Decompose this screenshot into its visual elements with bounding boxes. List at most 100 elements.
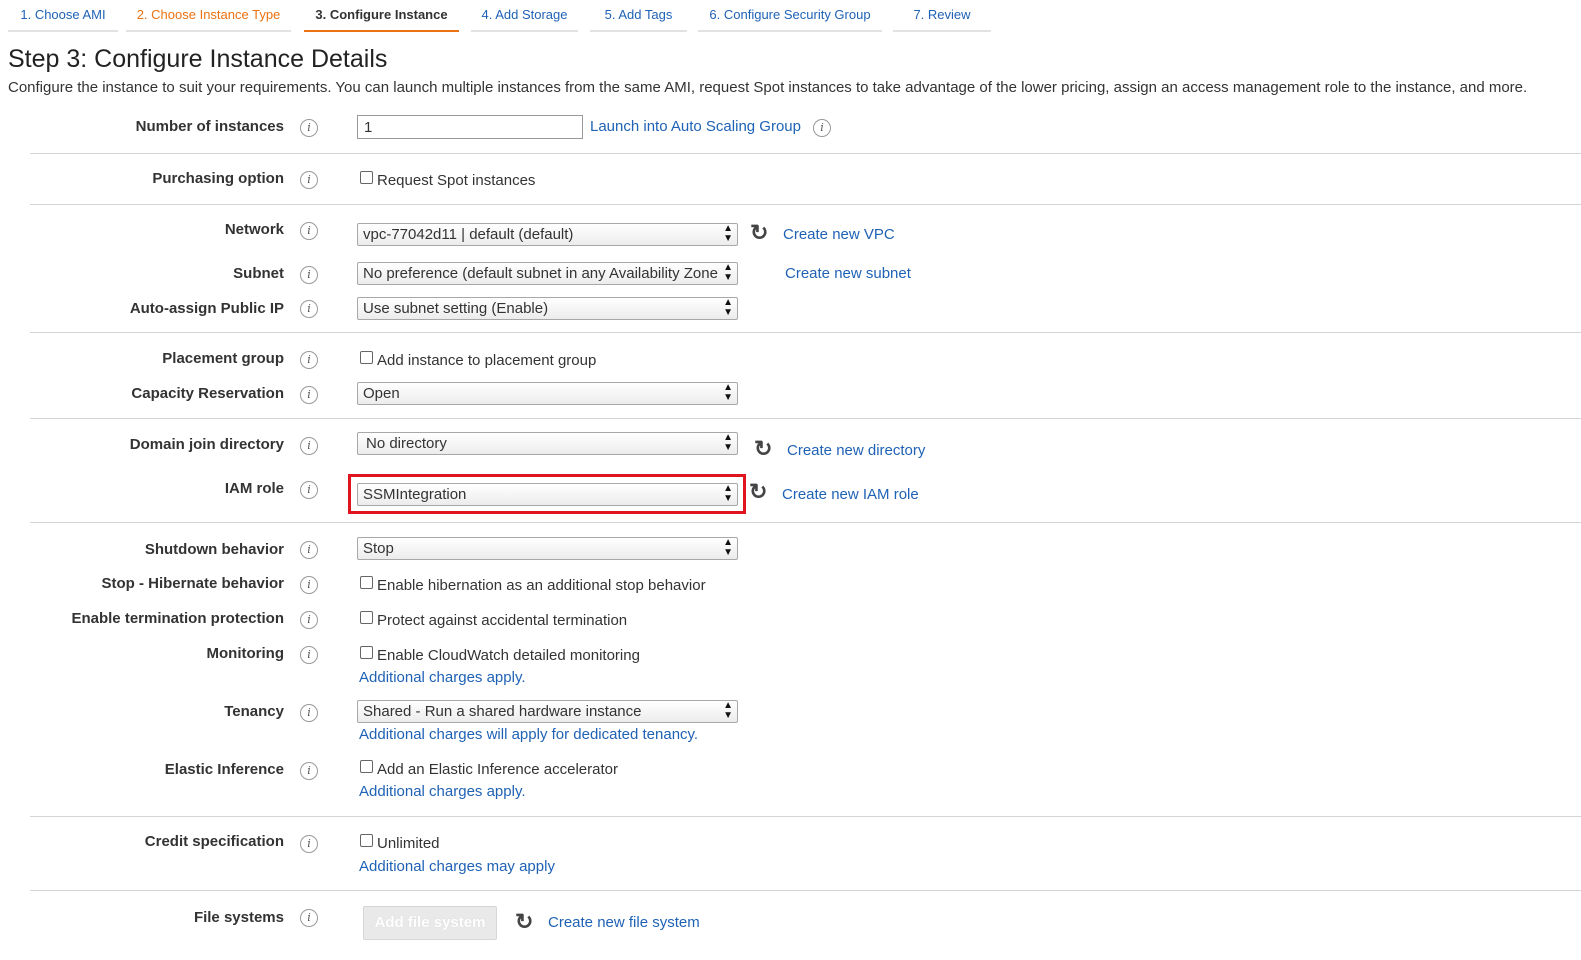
info-icon[interactable]: i <box>300 171 318 189</box>
info-icon[interactable]: i <box>300 351 318 369</box>
checkbox-icon[interactable] <box>360 351 373 364</box>
subnet-select[interactable]: No preference (default subnet in any Ava… <box>357 262 738 285</box>
hibernate-label: Stop - Hibernate behavior <box>101 575 284 592</box>
info-icon[interactable]: i <box>300 300 318 318</box>
select-arrows-icon: ▲ ▼ <box>723 382 733 403</box>
checkbox-label: Request Spot instances <box>377 172 536 189</box>
placement-group-label: Placement group <box>162 350 284 367</box>
info-icon[interactable]: i <box>813 119 831 137</box>
create-new-vpc-link[interactable]: Create new VPC <box>783 226 895 243</box>
select-value: Use subnet setting (Enable) <box>363 300 549 317</box>
info-icon[interactable]: i <box>300 541 318 559</box>
section-divider <box>30 204 1581 205</box>
credit-specification-label: Credit specification <box>144 833 284 850</box>
checkbox-icon[interactable] <box>360 611 373 624</box>
file-systems-label: File systems <box>193 909 284 926</box>
add-file-system-button[interactable]: Add file system <box>363 906 497 940</box>
info-icon[interactable]: i <box>300 437 318 455</box>
checkbox-icon[interactable] <box>360 834 373 847</box>
checkbox-icon[interactable] <box>360 646 373 659</box>
checkbox-icon[interactable] <box>360 760 373 773</box>
number-of-instances-label: Number of instances <box>135 118 284 135</box>
info-icon[interactable]: i <box>300 909 318 927</box>
section-divider <box>30 418 1581 419</box>
monitoring-charges-link[interactable]: Additional charges apply. <box>359 669 526 686</box>
domain-join-select[interactable]: No directory ▲ ▼ <box>357 432 738 455</box>
tab-configure-instance[interactable]: 3. Configure Instance <box>304 0 459 32</box>
section-divider <box>30 332 1581 333</box>
auto-assign-ip-select[interactable]: Use subnet setting (Enable) ▲ ▼ <box>357 297 738 320</box>
tab-choose-instance-type[interactable]: 2. Choose Instance Type <box>126 0 291 32</box>
create-new-file-system-link[interactable]: Create new file system <box>548 914 700 931</box>
refresh-icon[interactable]: ↻ <box>754 438 772 460</box>
create-new-iam-role-link[interactable]: Create new IAM role <box>782 486 919 503</box>
create-new-subnet-link[interactable]: Create new subnet <box>785 265 911 282</box>
subnet-label: Subnet <box>233 265 284 282</box>
termination-protection-checkbox[interactable]: Protect against accidental termination <box>360 611 627 629</box>
checkbox-label: Add instance to placement group <box>377 352 597 369</box>
info-icon[interactable]: i <box>300 704 318 722</box>
launch-auto-scaling-link[interactable]: Launch into Auto Scaling Group <box>590 118 801 135</box>
network-select[interactable]: vpc-77042d11 | default (default) ▲ ▼ <box>357 223 738 246</box>
domain-join-label: Domain join directory <box>129 436 284 453</box>
select-value: No preference (default subnet in any Ava… <box>363 265 718 282</box>
tenancy-select[interactable]: Shared - Run a shared hardware instance ▲… <box>357 700 738 723</box>
info-icon[interactable]: i <box>300 266 318 284</box>
placement-group-checkbox[interactable]: Add instance to placement group <box>360 351 596 369</box>
select-arrows-icon: ▲ ▼ <box>723 537 733 558</box>
checkbox-label: Enable hibernation as an additional stop… <box>377 577 706 594</box>
info-icon[interactable]: i <box>300 576 318 594</box>
info-icon[interactable]: i <box>300 611 318 629</box>
tenancy-charges-link[interactable]: Additional charges will apply for dedica… <box>359 726 698 743</box>
tab-add-storage[interactable]: 4. Add Storage <box>471 0 578 32</box>
info-icon[interactable]: i <box>300 481 318 499</box>
checkbox-icon[interactable] <box>360 576 373 589</box>
info-icon[interactable]: i <box>300 646 318 664</box>
checkbox-label: Enable CloudWatch detailed monitoring <box>377 647 640 664</box>
tab-choose-ami[interactable]: 1. Choose AMI <box>8 0 118 32</box>
select-arrows-icon: ▲ ▼ <box>723 432 733 453</box>
select-arrows-icon: ▲ ▼ <box>723 223 733 244</box>
select-value: No directory <box>366 435 447 452</box>
checkbox-label: Unlimited <box>377 835 440 852</box>
select-value: vpc-77042d11 | default (default) <box>363 226 574 243</box>
select-arrows-icon: ▲ ▼ <box>723 262 733 283</box>
number-of-instances-input[interactable] <box>357 115 583 139</box>
refresh-icon[interactable]: ↻ <box>749 481 767 503</box>
capacity-reservation-select[interactable]: Open ▲ ▼ <box>357 382 738 405</box>
termination-protection-label: Enable termination protection <box>71 610 284 627</box>
elastic-inference-checkbox[interactable]: Add an Elastic Inference accelerator <box>360 760 618 778</box>
section-divider <box>30 816 1581 817</box>
tab-add-tags[interactable]: 5. Add Tags <box>590 0 687 32</box>
select-value: Stop <box>363 540 394 557</box>
checkbox-label: Add an Elastic Inference accelerator <box>377 761 618 778</box>
capacity-reservation-label: Capacity Reservation <box>131 385 284 402</box>
checkbox-icon[interactable] <box>360 171 373 184</box>
refresh-icon[interactable]: ↻ <box>750 222 768 244</box>
highlight-box <box>348 474 746 514</box>
refresh-icon[interactable]: ↻ <box>515 911 533 933</box>
tab-configure-security-group[interactable]: 6. Configure Security Group <box>698 0 882 32</box>
checkbox-label: Protect against accidental termination <box>377 612 628 629</box>
elastic-inference-charges-link[interactable]: Additional charges apply. <box>359 783 526 800</box>
shutdown-behavior-label: Shutdown behavior <box>144 541 284 558</box>
select-arrows-icon: ▲ ▼ <box>723 700 733 721</box>
section-divider <box>30 890 1581 891</box>
select-value: Shared - Run a shared hardware instance <box>363 703 642 720</box>
monitoring-checkbox[interactable]: Enable CloudWatch detailed monitoring <box>360 646 640 664</box>
section-divider <box>30 522 1581 523</box>
tab-review[interactable]: 7. Review <box>893 0 991 32</box>
iam-role-label: IAM role <box>224 480 284 497</box>
hibernate-checkbox[interactable]: Enable hibernation as an additional stop… <box>360 576 706 594</box>
info-icon[interactable]: i <box>300 119 318 137</box>
create-new-directory-link[interactable]: Create new directory <box>787 442 925 459</box>
elastic-inference-label: Elastic Inference <box>164 761 284 778</box>
credit-charges-link[interactable]: Additional charges may apply <box>359 858 555 875</box>
shutdown-behavior-select[interactable]: Stop ▲ ▼ <box>357 537 738 560</box>
unlimited-checkbox[interactable]: Unlimited <box>360 834 440 852</box>
info-icon[interactable]: i <box>300 386 318 404</box>
info-icon[interactable]: i <box>300 835 318 853</box>
info-icon[interactable]: i <box>300 762 318 780</box>
request-spot-checkbox[interactable]: Request Spot instances <box>360 171 535 189</box>
info-icon[interactable]: i <box>300 222 318 240</box>
